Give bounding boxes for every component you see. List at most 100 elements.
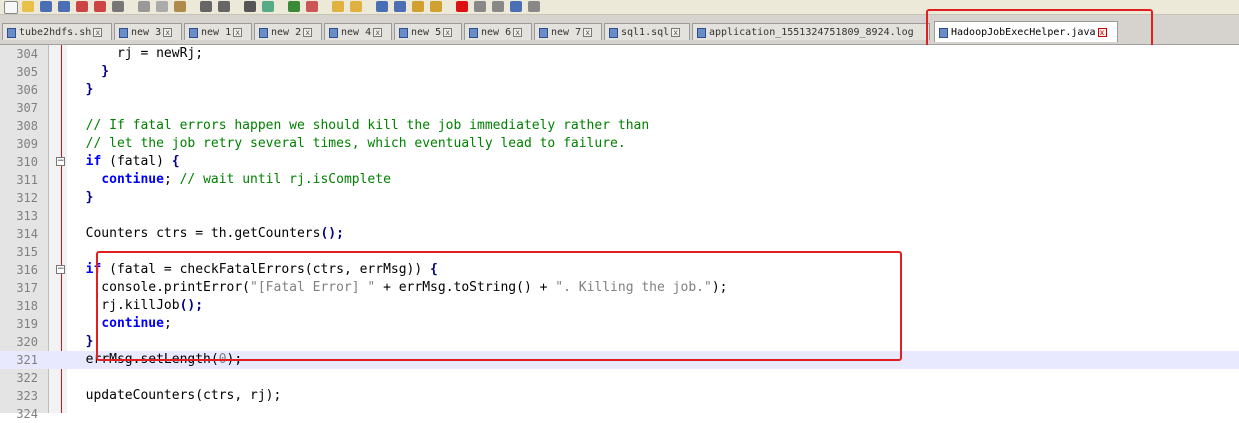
line-number: 322 (16, 371, 38, 385)
save-icon[interactable] (40, 1, 52, 12)
file-icon (259, 27, 268, 38)
run-macro-multi-icon[interactable] (510, 1, 522, 12)
close-icon[interactable]: x (93, 28, 103, 37)
indent-guide-icon[interactable] (412, 1, 424, 12)
code-line[interactable]: 322 (0, 369, 1239, 387)
tab-label: sql1.sql (621, 27, 670, 38)
line-number: 305 (16, 65, 38, 79)
open-folder-icon[interactable] (22, 1, 34, 12)
print-icon[interactable] (112, 1, 124, 12)
code-line[interactable]: 324 (0, 405, 1239, 423)
sync-v-icon[interactable] (332, 1, 344, 12)
code-token: } (70, 64, 110, 79)
record-macro-icon[interactable] (456, 1, 468, 12)
code-line[interactable]: 314 Counters ctrs = th.getCounters(); (0, 225, 1239, 243)
code-token: { (171, 154, 180, 169)
tab-new-5[interactable]: new 5x (394, 23, 462, 40)
code-highlight-box (96, 251, 902, 361)
code-line[interactable]: 310 if (fatal) { (0, 153, 1239, 171)
close-icon[interactable]: x (233, 28, 243, 37)
close-file-icon[interactable] (76, 1, 88, 12)
play-macro-icon[interactable] (492, 1, 504, 12)
code-line[interactable]: 323 updateCounters(ctrs, rj); (0, 387, 1239, 405)
line-number: 315 (16, 245, 38, 259)
code-token: if (85, 154, 102, 169)
tab-label: new 3 (131, 27, 162, 38)
tab-new-1[interactable]: new 1x (184, 23, 252, 40)
replace-icon[interactable] (262, 1, 274, 12)
line-number: 308 (16, 119, 38, 133)
undo-icon[interactable] (200, 1, 212, 12)
file-icon (7, 27, 16, 38)
close-icon[interactable]: x (513, 28, 523, 37)
show-all-chars-icon[interactable] (394, 1, 406, 12)
sync-h-icon[interactable] (350, 1, 362, 12)
tab-label: new 1 (201, 27, 232, 38)
save-macro-icon[interactable] (528, 1, 540, 12)
tab-label: new 4 (341, 27, 372, 38)
code-token: } (70, 82, 94, 97)
code-line[interactable]: 308 // If fatal errors happen we should … (0, 117, 1239, 135)
fold-collapse-icon[interactable]: − (56, 157, 65, 166)
redo-icon[interactable] (218, 1, 230, 12)
new-file-icon[interactable] (4, 1, 18, 14)
tab-label: new 2 (271, 27, 302, 38)
code-line[interactable]: 306 } (0, 81, 1239, 99)
code-text: if (fatal) { (70, 153, 180, 171)
tab-new-6[interactable]: new 6x (464, 23, 532, 40)
file-icon (189, 27, 198, 38)
code-token: updateCounters(ctrs, rj); (70, 388, 282, 403)
tab-label: tube2hdfs.sh (19, 27, 92, 38)
code-line[interactable]: 312 } (0, 189, 1239, 207)
cut-icon[interactable] (138, 1, 150, 12)
code-token: } (70, 334, 94, 349)
tab-new-2[interactable]: new 2x (254, 23, 322, 40)
close-icon[interactable]: x (303, 28, 313, 37)
copy-icon[interactable] (156, 1, 168, 12)
code-line[interactable]: 311 continue; // wait until rj.isComplet… (0, 171, 1239, 189)
code-token: } (70, 190, 94, 205)
close-all-icon[interactable] (94, 1, 106, 12)
line-number: 312 (16, 191, 38, 205)
code-token: ; (163, 172, 180, 187)
tab-new-3[interactable]: new 3x (114, 23, 182, 40)
line-number: 316 (16, 263, 38, 277)
paste-icon[interactable] (174, 1, 186, 12)
code-line[interactable]: 313 (0, 207, 1239, 225)
code-line[interactable]: 305 } (0, 63, 1239, 81)
close-icon[interactable]: x (373, 28, 383, 37)
close-icon[interactable]: x (443, 28, 453, 37)
file-icon (119, 27, 128, 38)
tab-sql1[interactable]: sql1.sql x (604, 23, 690, 40)
line-number: 320 (16, 335, 38, 349)
code-text: } (70, 63, 109, 81)
close-icon[interactable]: x (163, 28, 173, 37)
code-line[interactable]: 307 (0, 99, 1239, 117)
code-line[interactable]: 304 rj = newRj; (0, 45, 1239, 63)
tab-new-7[interactable]: new 7x (534, 23, 602, 40)
word-wrap-icon[interactable] (376, 1, 388, 12)
code-token: (fatal) (101, 154, 172, 169)
save-all-icon[interactable] (58, 1, 70, 12)
tab-new-4[interactable]: new 4x (324, 23, 392, 40)
code-line[interactable]: 309 // let the job retry several times, … (0, 135, 1239, 153)
close-icon[interactable]: x (671, 28, 681, 37)
line-number: 306 (16, 83, 38, 97)
stop-macro-icon[interactable] (474, 1, 486, 12)
code-token: Counters ctrs = th.getCounters (70, 226, 321, 241)
tab-application-log[interactable]: application_1551324751809_8924.log (692, 23, 930, 40)
code-text: rj = newRj; (70, 45, 203, 63)
lang-icon[interactable] (430, 1, 442, 12)
tab-tube2hdfs[interactable]: tube2hdfs.sh x (2, 23, 112, 40)
line-number: 319 (16, 317, 38, 331)
zoom-out-icon[interactable] (306, 1, 318, 12)
file-icon (539, 27, 548, 38)
zoom-in-icon[interactable] (288, 1, 300, 12)
code-token: // If fatal errors happen we should kill… (70, 118, 650, 133)
fold-collapse-icon[interactable]: − (56, 265, 65, 274)
close-icon[interactable]: x (583, 28, 593, 37)
tab-label: application_1551324751809_8924.log (709, 27, 914, 38)
find-icon[interactable] (244, 1, 256, 12)
